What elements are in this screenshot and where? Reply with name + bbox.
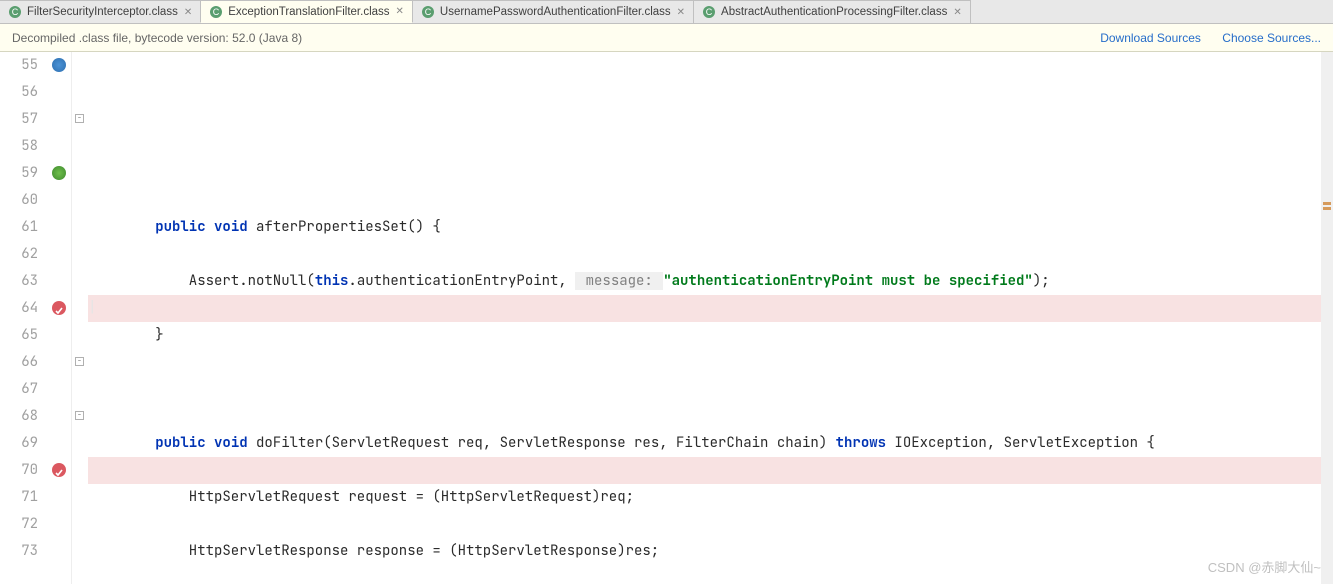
breakpoint-icon[interactable] xyxy=(52,301,66,315)
fold-toggle-icon[interactable]: − xyxy=(75,357,84,366)
decompile-banner: Decompiled .class file, bytecode version… xyxy=(0,24,1333,52)
code-line: HttpServletResponse response = (HttpServ… xyxy=(88,538,1333,565)
line-number: 65 xyxy=(0,322,38,349)
close-icon[interactable]: ✕ xyxy=(396,6,404,17)
fold-gutter: − − − xyxy=(72,52,88,584)
class-file-icon: C xyxy=(209,5,223,19)
override-marker-icon[interactable] xyxy=(52,166,66,180)
caret-indicator: | xyxy=(88,295,96,322)
line-number: 66 xyxy=(0,349,38,376)
download-sources-link[interactable]: Download Sources xyxy=(1100,31,1201,45)
code-line: } xyxy=(88,322,1333,349)
line-number: 56 xyxy=(0,79,38,106)
svg-text:C: C xyxy=(213,7,220,17)
fold-toggle-icon[interactable]: − xyxy=(75,114,84,123)
line-number: 72 xyxy=(0,511,38,538)
code-line: public void doFilter(ServletRequest req,… xyxy=(88,430,1333,457)
line-number: 64 xyxy=(0,295,38,322)
line-number: 63 xyxy=(0,268,38,295)
tab-label: AbstractAuthenticationProcessingFilter.c… xyxy=(721,6,947,18)
tab-abstract-auth[interactable]: C AbstractAuthenticationProcessingFilter… xyxy=(693,0,971,23)
line-number: 69 xyxy=(0,430,38,457)
line-number: 58 xyxy=(0,133,38,160)
editor-tabs: C FilterSecurityInterceptor.class ✕ C Ex… xyxy=(0,0,1333,24)
svg-text:C: C xyxy=(706,7,713,17)
tab-label: ExceptionTranslationFilter.class xyxy=(228,6,389,18)
code-line: Assert.notNull(this.authenticationEntryP… xyxy=(88,268,1333,295)
svg-text:C: C xyxy=(12,7,19,17)
close-icon[interactable]: ✕ xyxy=(953,7,961,18)
class-file-icon: C xyxy=(702,5,716,19)
tab-label: FilterSecurityInterceptor.class xyxy=(27,6,178,18)
code-line: public void afterPropertiesSet() { xyxy=(88,214,1333,241)
code-line xyxy=(88,376,1333,403)
class-file-icon: C xyxy=(8,5,22,19)
code-area[interactable]: | public void afterPropertiesSet() { Ass… xyxy=(88,52,1333,584)
code-editor[interactable]: 55 56 57 58 59 60 61 62 63 64 65 66 67 6… xyxy=(0,52,1333,584)
tab-exception-translation[interactable]: C ExceptionTranslationFilter.class ✕ xyxy=(200,0,413,23)
line-number: 71 xyxy=(0,484,38,511)
close-icon[interactable]: ✕ xyxy=(184,7,192,18)
close-icon[interactable]: ✕ xyxy=(677,7,685,18)
tab-filter-security[interactable]: C FilterSecurityInterceptor.class ✕ xyxy=(0,0,201,23)
override-marker-icon[interactable] xyxy=(52,58,66,72)
tab-user-pass-auth[interactable]: C UsernamePasswordAuthenticationFilter.c… xyxy=(412,0,694,23)
class-file-icon: C xyxy=(421,5,435,19)
breakpoint-icon[interactable] xyxy=(52,463,66,477)
tab-label: UsernamePasswordAuthenticationFilter.cla… xyxy=(440,6,671,18)
line-number: 70 xyxy=(0,457,38,484)
choose-sources-link[interactable]: Choose Sources... xyxy=(1222,31,1321,45)
banner-message: Decompiled .class file, bytecode version… xyxy=(12,31,302,45)
gutter-markers xyxy=(48,52,72,584)
line-number: 73 xyxy=(0,538,38,565)
line-number: 62 xyxy=(0,241,38,268)
line-number: 60 xyxy=(0,187,38,214)
code-line: HttpServletRequest request = (HttpServle… xyxy=(88,484,1333,511)
line-number: 68 xyxy=(0,403,38,430)
line-number: 57 xyxy=(0,106,38,133)
line-number: 61 xyxy=(0,214,38,241)
fold-toggle-icon[interactable]: − xyxy=(75,411,84,420)
banner-links: Download Sources Choose Sources... xyxy=(1082,31,1321,45)
line-number: 55 xyxy=(0,52,38,79)
line-number: 67 xyxy=(0,376,38,403)
line-number: 59 xyxy=(0,160,38,187)
svg-text:C: C xyxy=(425,7,432,17)
line-number-gutter: 55 56 57 58 59 60 61 62 63 64 65 66 67 6… xyxy=(0,52,48,584)
